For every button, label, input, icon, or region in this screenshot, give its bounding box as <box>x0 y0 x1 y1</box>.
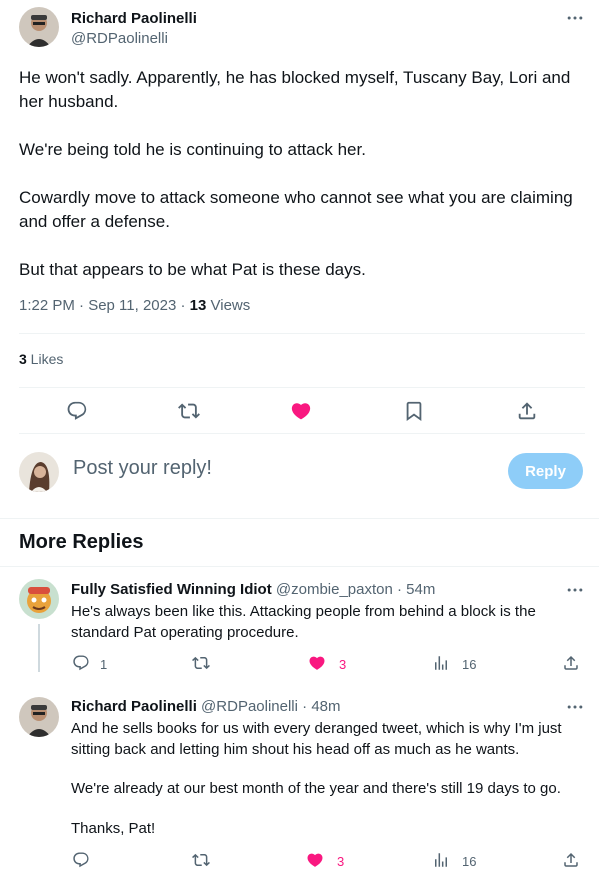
reply-header: Fully Satisfied Winning Idiot @zombie_pa… <box>71 581 435 598</box>
avatar[interactable] <box>19 579 59 619</box>
reply-button[interactable]: Reply <box>508 453 583 489</box>
reply-icon[interactable] <box>66 400 88 422</box>
author-name[interactable]: Richard Paolinelli <box>71 10 197 27</box>
like-count: 3 <box>339 657 347 672</box>
more-icon[interactable] <box>565 697 585 717</box>
section-title: More Replies <box>19 531 144 553</box>
divider <box>19 433 585 434</box>
reply-count: 1 <box>100 657 108 672</box>
author-handle[interactable]: @RDPaolinelli <box>71 30 168 47</box>
reply-text: Thanks, Pat! <box>71 820 156 837</box>
retweet-icon[interactable] <box>192 654 210 672</box>
divider <box>0 518 599 519</box>
reply-author-handle[interactable]: @zombie_paxton <box>276 581 393 598</box>
reply-text: We're already at our best month of the y… <box>71 780 561 797</box>
divider <box>19 387 585 388</box>
tweet-paragraph: Cowardly move to attack someone who cann… <box>19 188 573 231</box>
likes-link[interactable]: 3 Likes <box>19 351 63 367</box>
tweet-paragraph: We're being told he is continuing to att… <box>19 140 366 159</box>
views-count: 16 <box>462 854 477 869</box>
reply-author-name[interactable]: Fully Satisfied Winning Idiot <box>71 581 272 598</box>
reply-time[interactable]: · 54m <box>393 581 435 598</box>
more-icon[interactable] <box>565 580 585 600</box>
views-icon[interactable] <box>432 851 450 869</box>
reply-icon[interactable] <box>72 654 90 672</box>
heart-filled-icon[interactable] <box>308 654 326 672</box>
share-icon[interactable] <box>562 654 580 672</box>
reply-author-handle[interactable]: @RDPaolinelli <box>201 698 298 715</box>
views-label: Views <box>206 297 251 314</box>
bookmark-icon[interactable] <box>403 400 425 422</box>
divider <box>19 333 585 334</box>
views-icon[interactable] <box>432 654 450 672</box>
reply-author-name[interactable]: Richard Paolinelli <box>71 698 197 715</box>
tweet-meta: 1:22 PM · Sep 11, 2023 · 13 Views <box>19 297 250 314</box>
thread-line <box>38 624 40 672</box>
tweet-paragraph: He won't sadly. Apparently, he has block… <box>19 68 571 111</box>
current-user-avatar <box>19 452 59 492</box>
reply-icon[interactable] <box>72 851 90 869</box>
reply-text: He's always been like this. Attacking pe… <box>71 603 536 641</box>
share-icon[interactable] <box>562 851 580 869</box>
avatar[interactable] <box>19 697 59 737</box>
heart-filled-icon[interactable] <box>306 851 324 869</box>
retweet-icon[interactable] <box>178 400 200 422</box>
reply-header: Richard Paolinelli @RDPaolinelli · 48m <box>71 698 341 715</box>
tweet-paragraph: But that appears to be what Pat is these… <box>19 260 366 279</box>
reply-text: And he sells books for us with every der… <box>71 720 562 758</box>
reply-time[interactable]: · 48m <box>298 698 340 715</box>
views-count: 16 <box>462 657 477 672</box>
share-icon[interactable] <box>516 400 538 422</box>
more-icon[interactable] <box>565 8 585 28</box>
views-count: 13 <box>189 297 207 314</box>
timestamp[interactable]: 1:22 PM · Sep 11, 2023 · <box>19 297 190 314</box>
likes-label: Likes <box>26 351 64 367</box>
like-count: 3 <box>337 854 345 869</box>
reply-input[interactable]: Post your reply! <box>73 457 212 480</box>
avatar[interactable] <box>19 7 59 47</box>
retweet-icon[interactable] <box>192 851 210 869</box>
heart-filled-icon[interactable] <box>290 400 312 422</box>
divider <box>0 566 599 567</box>
likes-count: 3 <box>19 351 27 367</box>
